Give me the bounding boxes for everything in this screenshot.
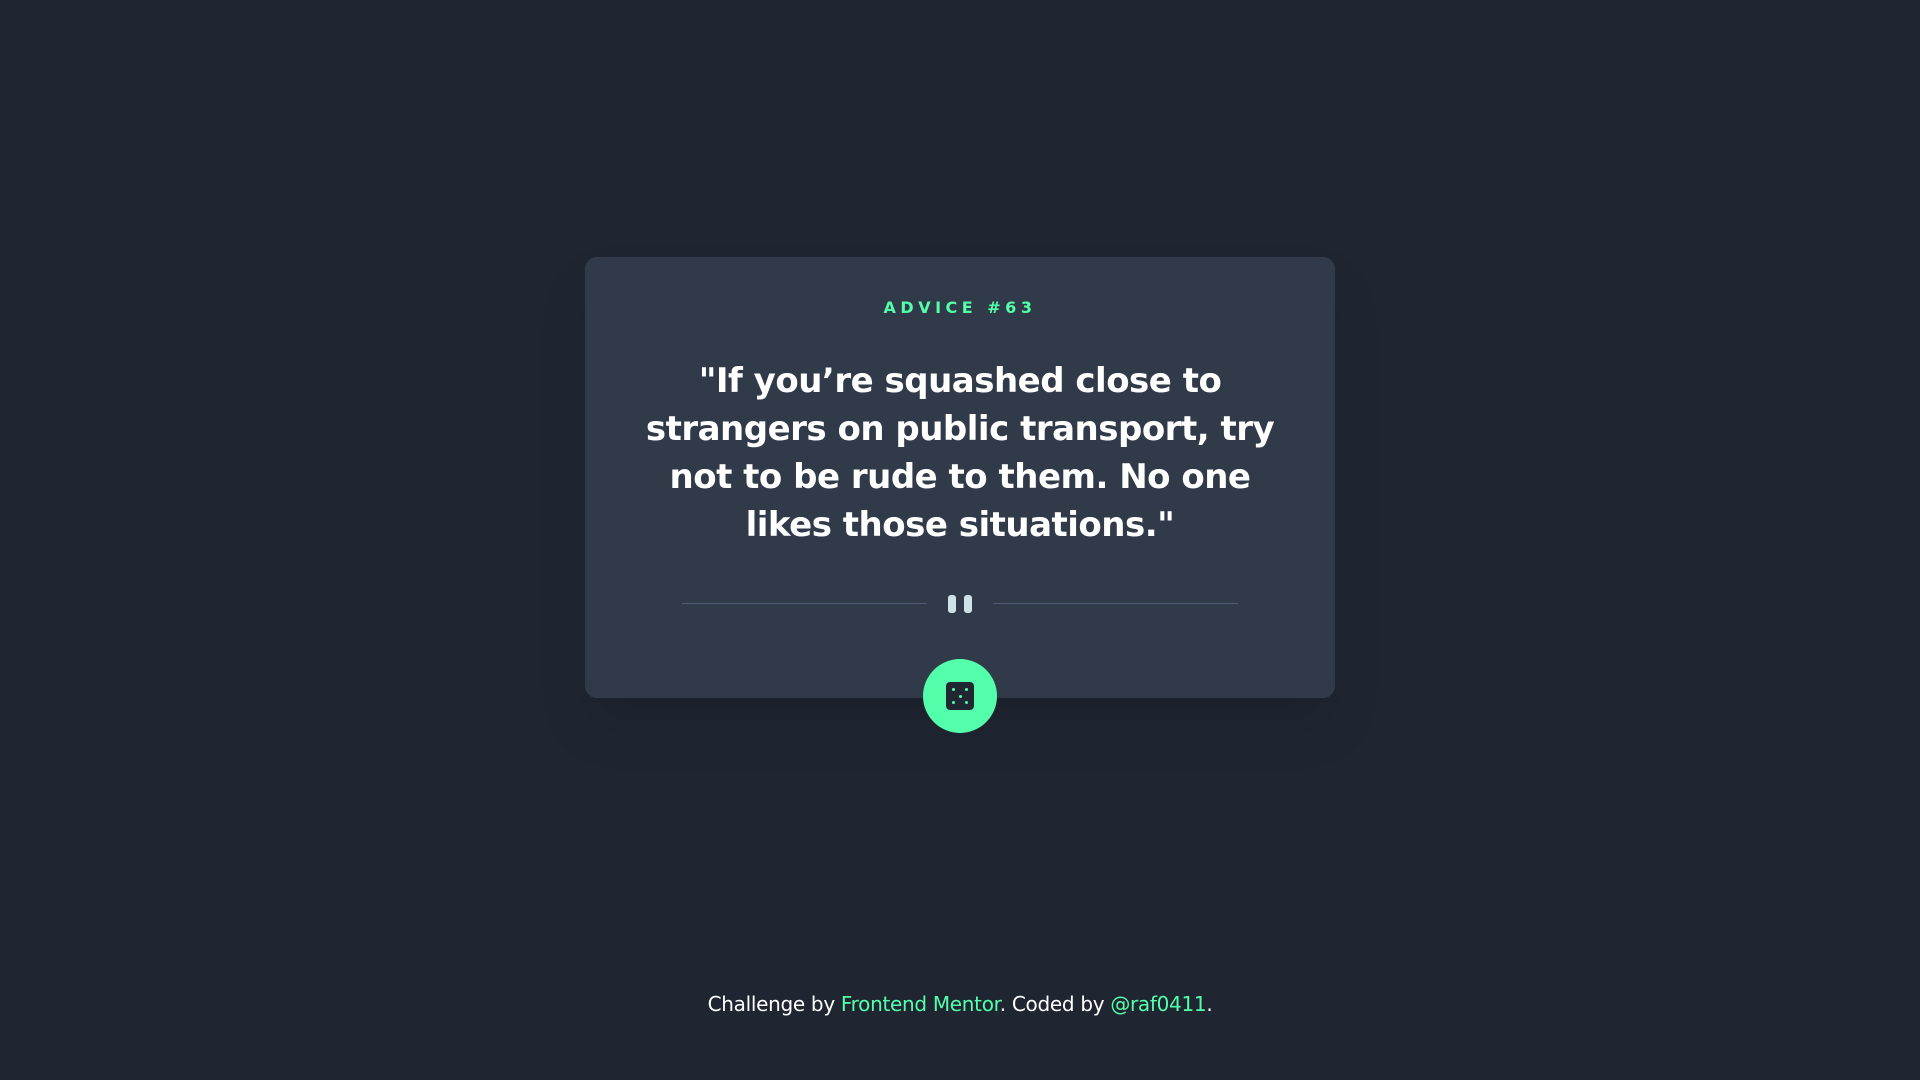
advice-quote: "If you’re squashed close to strangers o… xyxy=(645,361,1275,545)
pause-icon xyxy=(946,592,974,616)
new-advice-button[interactable] xyxy=(923,659,997,733)
footer-middle: . Coded by xyxy=(999,992,1111,1016)
footer-suffix: . xyxy=(1206,992,1213,1016)
advice-card: ADVICE #63 "If you’re squashed close to … xyxy=(585,257,1335,733)
dice-icon xyxy=(946,682,974,710)
attribution-footer: Challenge by Frontend Mentor. Coded by @… xyxy=(0,992,1920,1016)
divider-line-left xyxy=(682,603,927,604)
frontend-mentor-link[interactable]: Frontend Mentor xyxy=(841,992,1000,1016)
divider-line-right xyxy=(993,603,1238,604)
pattern-divider xyxy=(682,592,1238,616)
footer-prefix: Challenge by xyxy=(707,992,841,1016)
author-link[interactable]: @raf0411 xyxy=(1110,992,1206,1016)
advice-id: ADVICE #63 xyxy=(883,298,1037,317)
